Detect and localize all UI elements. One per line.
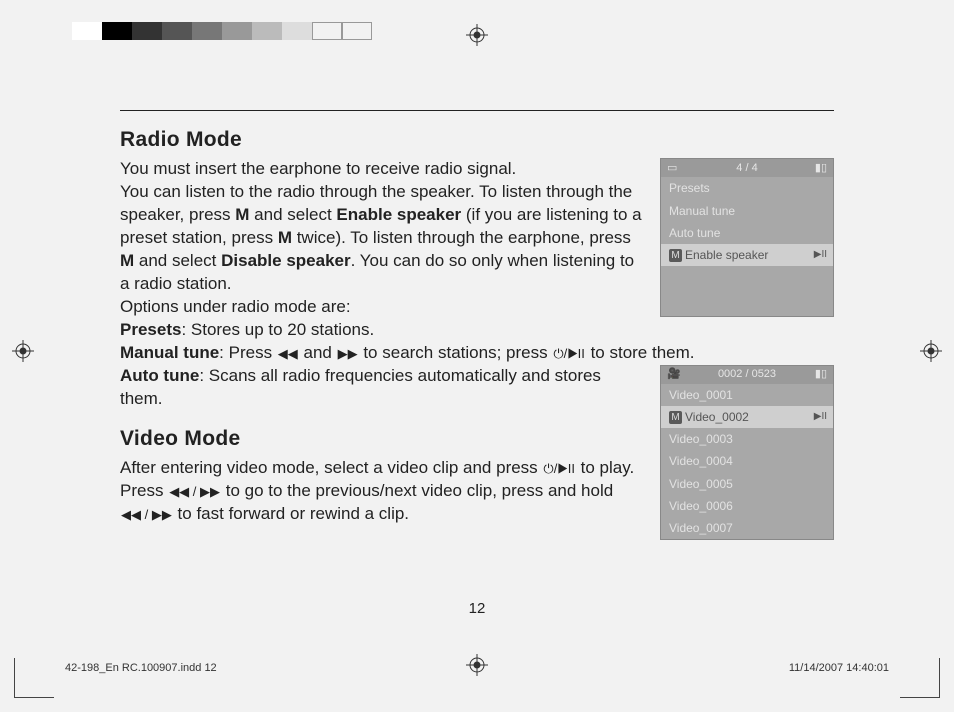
power-play-icon: ⏻/▶II xyxy=(552,345,586,363)
registration-mark-icon xyxy=(12,340,34,362)
video-mode-heading: Video Mode xyxy=(120,425,648,453)
radio-mode-heading: Radio Mode xyxy=(120,126,834,154)
rewind-forward-icon: ◀◀ / ▶▶ xyxy=(168,483,221,501)
radio-para: You can listen to the radio through the … xyxy=(120,181,648,296)
radio-intro-line: You must insert the earphone to receive … xyxy=(120,158,648,181)
header-rule xyxy=(120,110,834,111)
m-badge-icon: M xyxy=(669,411,682,424)
list-item: Presets xyxy=(661,177,833,199)
swatch xyxy=(192,22,222,40)
list-item: MEnable speaker ▶II xyxy=(661,244,833,266)
list-item: Auto tune xyxy=(661,222,833,244)
crop-mark-icon xyxy=(14,658,54,698)
swatch xyxy=(132,22,162,40)
swatch xyxy=(72,22,102,40)
presets-line: Presets: Stores up to 20 stations. xyxy=(120,319,648,342)
page-content: Radio Mode You must insert the earphone … xyxy=(120,120,834,550)
battery-icon: ▮▯ xyxy=(815,367,827,382)
list-item: Video_0003 xyxy=(661,428,833,450)
list-item: Manual tune xyxy=(661,200,833,222)
list-item: Video_0004 xyxy=(661,450,833,472)
rewind-icon: ◀◀ xyxy=(277,345,299,363)
play-pause-icon: ▶II xyxy=(814,410,827,424)
swatch xyxy=(282,22,312,40)
footer: 42-198_En RC.100907.indd 12 11/14/2007 1… xyxy=(65,662,889,674)
page-number: 12 xyxy=(0,600,954,617)
swatch xyxy=(222,22,252,40)
registration-mark-icon xyxy=(466,24,488,46)
video-para: After entering video mode, select a vide… xyxy=(120,457,648,526)
rewind-forward-icon: ◀◀ / ▶▶ xyxy=(120,506,173,524)
registration-mark-icon xyxy=(920,340,942,362)
radio-screen-figure: ▭ 4 / 4 ▮▯ PresetsManual tuneAuto tune M… xyxy=(660,158,834,317)
battery-icon: ▮▯ xyxy=(815,161,827,176)
list-item: Video_0005 xyxy=(661,473,833,495)
manual-tune-line: Manual tune: Press ◀◀ and ▶▶ to search s… xyxy=(120,342,834,365)
list-item: MVideo_0002 ▶II xyxy=(661,406,833,428)
footer-file: 42-198_En RC.100907.indd 12 xyxy=(65,662,217,674)
m-badge-icon: M xyxy=(669,249,682,262)
swatch xyxy=(252,22,282,40)
crop-mark-icon xyxy=(900,658,940,698)
forward-icon: ▶▶ xyxy=(337,345,359,363)
list-item: Video_0007 xyxy=(661,517,833,539)
swatch xyxy=(312,22,342,40)
power-play-icon: ⏻/▶II xyxy=(542,460,576,478)
radio-options-intro: Options under radio mode are: xyxy=(120,296,648,319)
video-screen-figure: 🎥 0002 / 0523 ▮▯ Video_0001 MVideo_0002 … xyxy=(660,365,834,540)
list-item: Video_0006 xyxy=(661,495,833,517)
radio-counter: 4 / 4 xyxy=(736,161,757,176)
camera-icon: 🎥 xyxy=(667,367,681,382)
footer-datetime: 11/14/2007 14:40:01 xyxy=(789,662,889,674)
swatch xyxy=(342,22,372,40)
play-pause-icon: ▶II xyxy=(814,248,827,262)
list-item: Video_0001 xyxy=(661,384,833,406)
card-icon: ▭ xyxy=(667,161,677,176)
video-counter: 0002 / 0523 xyxy=(718,367,776,382)
calibration-bar-left xyxy=(72,22,372,40)
auto-tune-line: Auto tune: Scans all radio frequencies a… xyxy=(120,365,648,411)
swatch xyxy=(162,22,192,40)
swatch xyxy=(102,22,132,40)
